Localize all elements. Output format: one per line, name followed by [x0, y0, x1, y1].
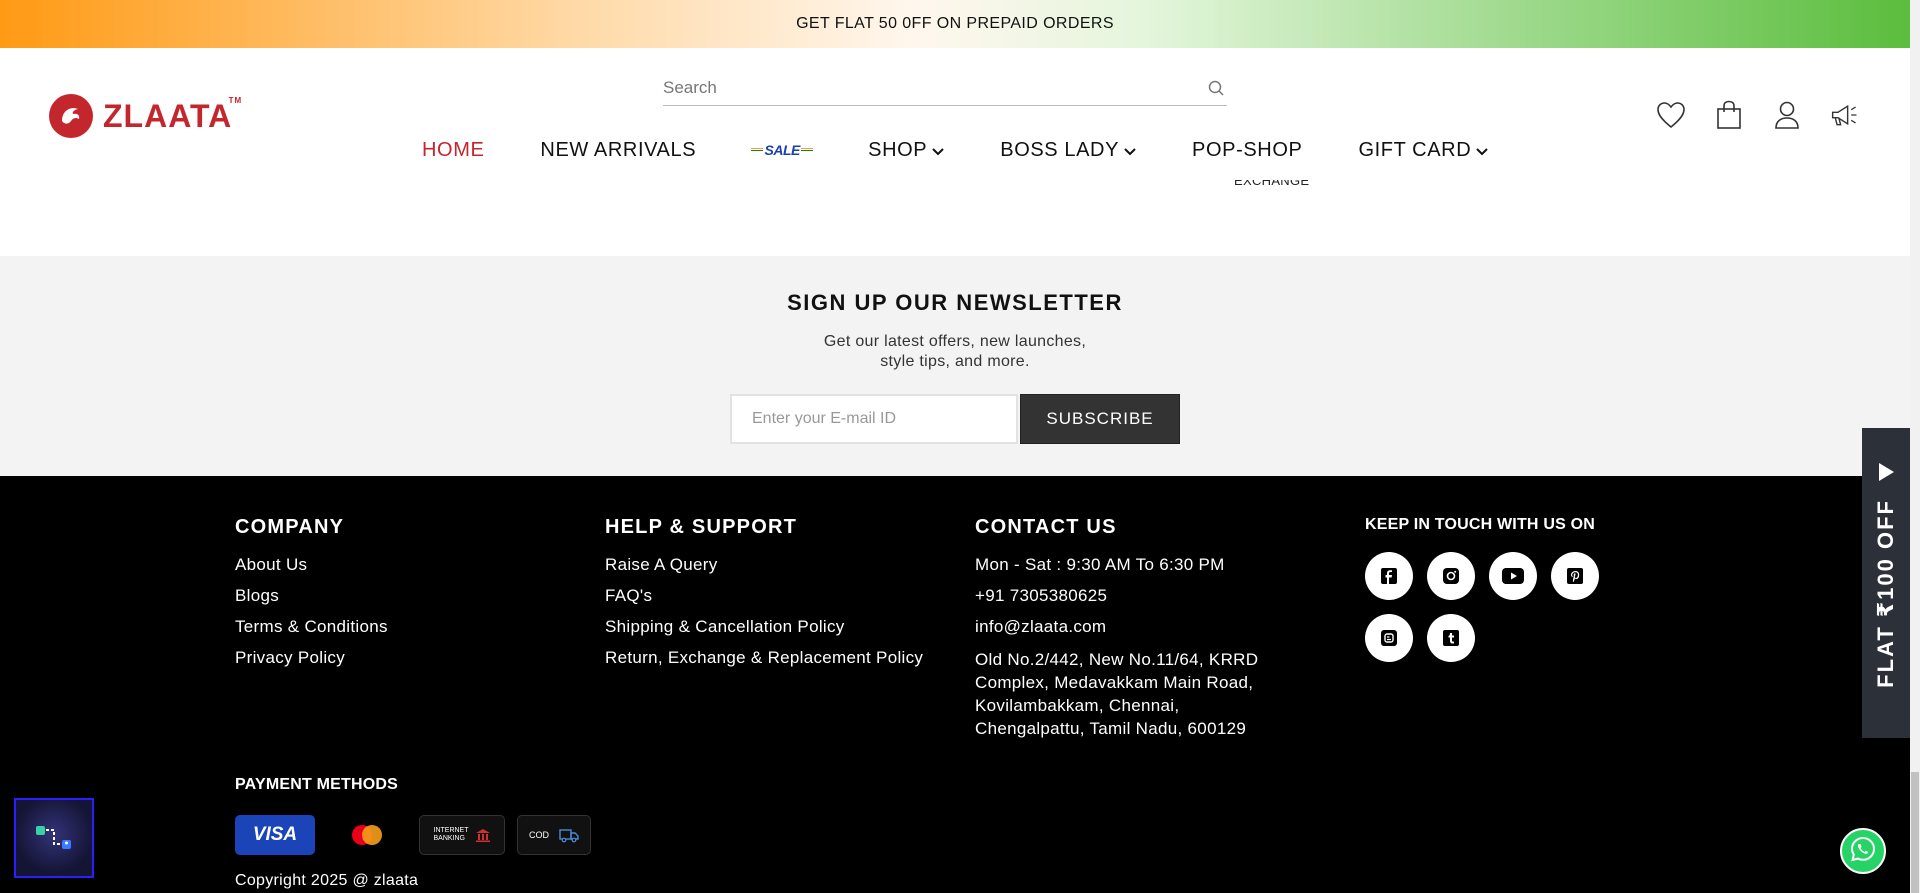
nav-home[interactable]: HOME	[422, 139, 484, 162]
heart-icon[interactable]	[1656, 100, 1686, 130]
contact-email[interactable]: info@zlaata.com	[975, 617, 1106, 636]
announcement-bar: GET FLAT 50 0FF ON PREPAID ORDERS	[0, 0, 1910, 48]
contact-hours: Mon - Sat : 9:30 AM To 6:30 PM	[975, 555, 1225, 574]
nav-sale-badge[interactable]: SALE	[751, 135, 814, 165]
footer-link-returns[interactable]: Return, Exchange & Replacement Policy	[605, 648, 923, 667]
search-icon[interactable]	[1205, 77, 1227, 99]
whatsapp-chat-button[interactable]	[1840, 828, 1886, 874]
payment-methods-title: PAYMENT METHODS	[235, 776, 399, 793]
chevron-down-icon	[1124, 139, 1136, 162]
instagram-icon[interactable]	[1427, 552, 1475, 600]
payment-methods: VISA INTERNET BANKING COD	[235, 815, 591, 855]
brand-name: ZLAATA TM	[103, 95, 243, 134]
netbanking-label: INTERNET BANKING	[433, 827, 469, 842]
nav-boss-lady[interactable]: BOSS LADY	[1000, 139, 1136, 162]
site-header: ZLAATATM HOME NEW ARRIVALS SALE SHOP BOS…	[0, 48, 1910, 256]
header-actions	[1656, 100, 1860, 130]
nav-new-arrivals[interactable]: NEW ARRIVALS	[540, 139, 696, 162]
chevron-down-icon	[932, 139, 944, 162]
dragon-logo-icon	[49, 94, 93, 138]
copyright-text: Copyright 2025 @ zlaata	[235, 872, 419, 889]
footer-link-blogs[interactable]: Blogs	[235, 586, 279, 605]
tumblr-icon[interactable]	[1427, 614, 1475, 662]
pinterest-icon[interactable]	[1551, 552, 1599, 600]
whatsapp-icon	[1849, 835, 1877, 868]
footer-link-about[interactable]: About Us	[235, 555, 307, 574]
announcement-text: GET FLAT 50 0FF ON PREPAID ORDERS	[796, 15, 1114, 32]
nav-shop[interactable]: SHOP	[868, 139, 944, 162]
footer-contact: CONTACT US Mon - Sat : 9:30 AM To 6:30 P…	[975, 516, 1285, 740]
play-arrow-icon	[1877, 462, 1895, 487]
search-bar	[663, 70, 1227, 106]
email-field[interactable]	[730, 394, 1018, 444]
megaphone-icon[interactable]	[1830, 100, 1860, 130]
newsletter-section: SIGN UP OUR NEWSLETTER Get our latest of…	[0, 256, 1910, 476]
footer-help: HELP & SUPPORT Raise A Query FAQ's Shipp…	[605, 516, 923, 679]
footer-company: COMPANY About Us Blogs Terms & Condition…	[235, 516, 388, 679]
newsletter-form: SUBSCRIBE	[730, 394, 1180, 444]
shopping-bag-icon[interactable]	[1714, 100, 1744, 130]
page-scrollbar[interactable]	[1910, 0, 1920, 893]
footer-link-shipping[interactable]: Shipping & Cancellation Policy	[605, 617, 845, 636]
visa-card-icon: VISA	[235, 815, 315, 855]
footer-contact-title: CONTACT US	[975, 516, 1117, 538]
cash-on-delivery-icon: COD	[517, 815, 591, 855]
floating-widget-button[interactable]	[14, 798, 94, 878]
scrollbar-thumb[interactable]	[1911, 772, 1919, 893]
flat-offer-tab[interactable]: FLAT ₹100 OFF	[1862, 428, 1910, 738]
footer-social: KEEP IN TOUCH WITH US ON	[1365, 516, 1599, 662]
partial-menu-text: EXCHANGE	[1234, 180, 1310, 188]
footer-link-faq[interactable]: FAQ's	[605, 586, 652, 605]
youtube-icon[interactable]	[1489, 552, 1537, 600]
footer-link-privacy[interactable]: Privacy Policy	[235, 648, 345, 667]
sale-label: SALE	[764, 142, 801, 158]
facebook-icon[interactable]	[1365, 552, 1413, 600]
blogger-icon[interactable]	[1365, 614, 1413, 662]
footer-help-title: HELP & SUPPORT	[605, 516, 798, 538]
nav-pop-shop[interactable]: POP-SHOP	[1192, 139, 1302, 162]
nav-gift-card[interactable]: GIFT CARD	[1358, 139, 1488, 162]
footer-social-title: KEEP IN TOUCH WITH US ON	[1365, 516, 1596, 533]
newsletter-title: SIGN UP OUR NEWSLETTER	[787, 290, 1123, 315]
brand-logo[interactable]: ZLAATA TM	[49, 94, 243, 138]
contact-address: Old No.2/442, New No.11/64, KRRD Complex…	[975, 650, 1259, 738]
search-input[interactable]	[663, 77, 1205, 98]
site-footer: COMPANY About Us Blogs Terms & Condition…	[0, 476, 1910, 893]
contact-phone[interactable]: +91 7305380625	[975, 586, 1107, 605]
chevron-down-icon	[1476, 139, 1488, 162]
main-nav: HOME NEW ARRIVALS SALE SHOP BOSS LADY PO…	[422, 135, 1544, 165]
flat-offer-label: FLAT ₹100 OFF	[1873, 499, 1898, 688]
footer-company-title: COMPANY	[235, 516, 345, 538]
footer-link-raise-query[interactable]: Raise A Query	[605, 555, 718, 574]
newsletter-subtitle: Get our latest offers, new launches, styl…	[823, 333, 1087, 370]
subscribe-button[interactable]: SUBSCRIBE	[1020, 394, 1180, 444]
user-icon[interactable]	[1772, 100, 1802, 130]
footer-link-terms[interactable]: Terms & Conditions	[235, 617, 388, 636]
internet-banking-icon: INTERNET BANKING	[419, 815, 505, 855]
mastercard-icon	[327, 815, 407, 855]
